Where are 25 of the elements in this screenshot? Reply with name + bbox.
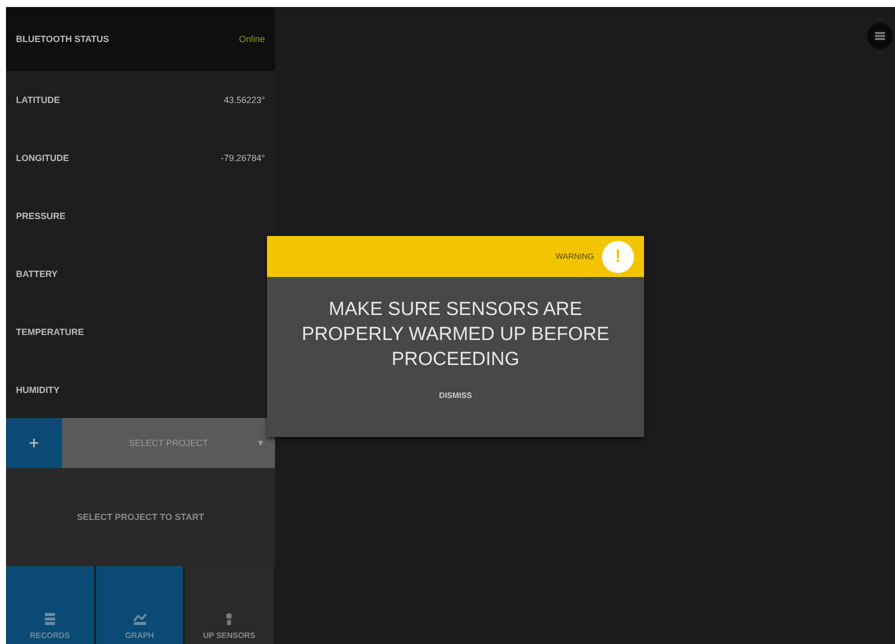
status-label: BLUETOOTH STATUS [16,34,109,44]
nav-tab[interactable]: UP SENSORS [185,566,276,644]
empty-message: SELECT PROJECT TO START [76,512,204,522]
status-value: Online [238,34,265,44]
project-dropdown[interactable]: SELECT PROJECT ▾ [62,418,275,468]
caret-icon: ▾ [258,437,263,449]
warning-icon: ! [602,240,634,272]
reading-label: LONGITUDE [16,153,69,163]
menu-button[interactable] [867,23,893,49]
chart-icon [132,612,146,626]
reading-label: LATITUDE [16,95,60,105]
dialog-title: WARNING [556,252,594,261]
dismiss-button[interactable]: DISMISS [433,390,478,401]
reading-label: HUMIDITY [16,385,60,395]
add-button[interactable]: + [6,418,62,468]
reading-value: 43.56223° [224,95,265,105]
list-icon [42,612,57,626]
dialog-message: MAKE SURE SENSORS ARE PROPERLY WARMED UP BEFORE PROCEEDING [300,298,610,372]
nav-tab[interactable]: RECORDS [6,566,96,644]
reading-value: -79.26784° [220,153,265,163]
menu-icon [875,32,885,40]
nav-tab[interactable]: GRAPH [96,566,186,644]
reading-label: TEMPERATURE [16,327,84,337]
reading-label: BATTERY [16,269,58,279]
reading-label: PRESSURE [16,211,66,221]
